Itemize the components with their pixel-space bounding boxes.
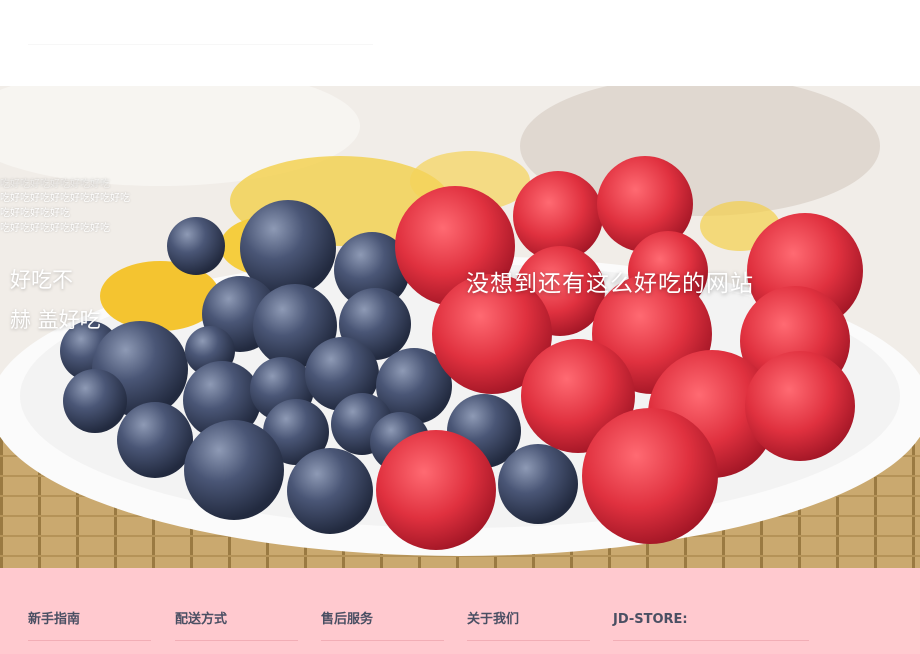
top-header: [0, 0, 920, 86]
hero-tagline: 没想到还有这么好吃的网站: [466, 271, 754, 297]
footer-link-shipping[interactable]: 配送方式: [175, 608, 298, 641]
hero-side-line-1: 好吃不: [10, 268, 73, 292]
footer-link-jd-store[interactable]: JD-STORE:: [613, 608, 809, 641]
ticker-line-1: 吃好吃好吃好吃好吃好吃: [0, 179, 110, 190]
footer-link-guide[interactable]: 新手指南: [28, 608, 151, 641]
hero-banner: 吃好吃好吃好吃好吃好吃 吃好吃好吃好吃好吃好吃好吃 吃好吃好吃好吃 吃好吃好吃好…: [0, 86, 920, 568]
berries-plate-image: [0, 86, 920, 568]
footer-link-after-sales[interactable]: 售后服务: [321, 608, 444, 641]
site-footer: 新手指南 配送方式 售后服务 关于我们 JD-STORE:: [0, 568, 920, 654]
footer-link-about-us[interactable]: 关于我们: [467, 608, 590, 641]
footer-link-label: JD-STORE:: [613, 612, 688, 627]
ticker-line-4: 吃好吃好吃好吃好吃好吃: [0, 223, 110, 234]
ticker-line-3: 吃好吃好吃好吃: [0, 208, 70, 219]
ticker-line-2: 吃好吃好吃好吃好吃好吃好吃: [0, 193, 130, 204]
footer-link-label: 新手指南: [28, 612, 81, 627]
footer-link-label: 售后服务: [321, 612, 374, 627]
footer-link-label: 关于我们: [467, 612, 520, 627]
hero-side-line-2: 赫 盖好吃: [10, 308, 101, 332]
footer-link-label: 配送方式: [175, 612, 228, 627]
header-placeholder: [28, 0, 373, 45]
